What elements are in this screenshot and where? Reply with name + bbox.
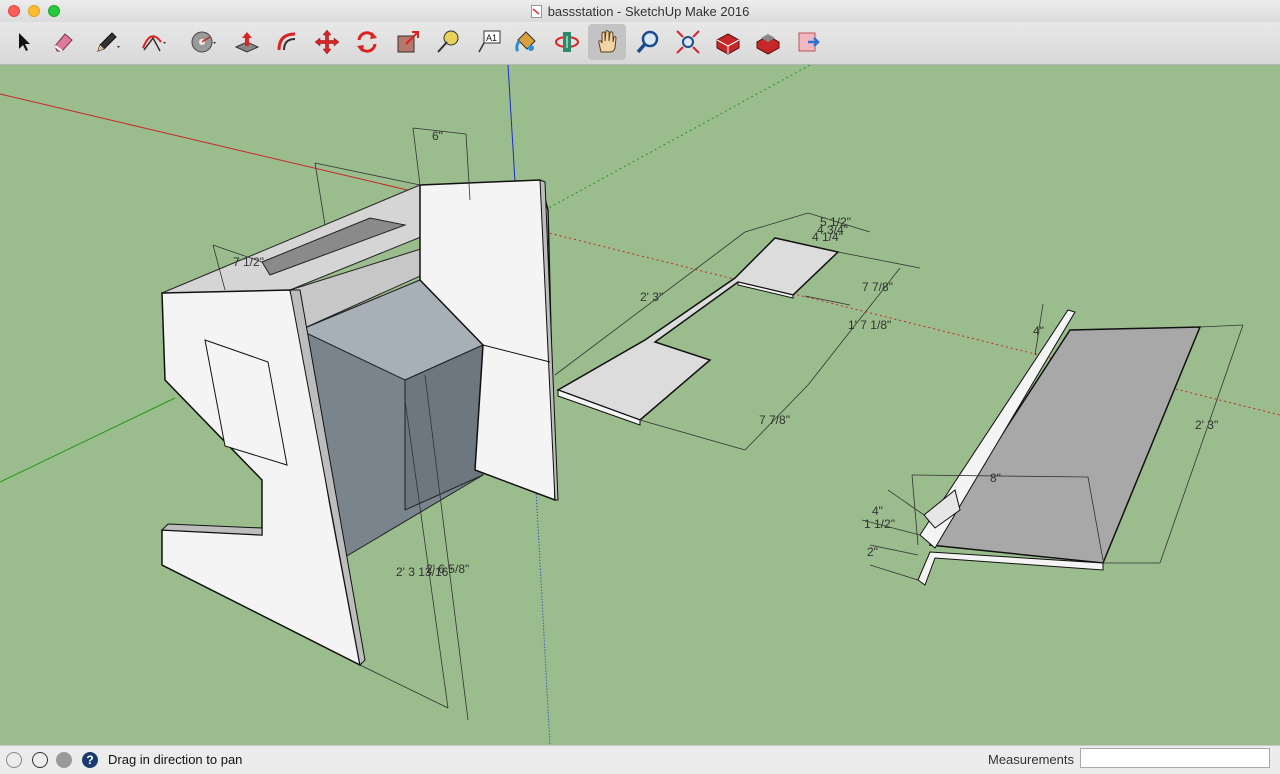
- scale-icon: [397, 31, 419, 53]
- offset-tool-button[interactable]: [268, 24, 306, 60]
- orbit-icon: [555, 32, 579, 52]
- hand-icon: [598, 30, 617, 53]
- share-model-icon: [798, 32, 820, 52]
- pencil-icon: [97, 32, 120, 52]
- tape-measure-tool-button[interactable]: [429, 24, 467, 60]
- rotate-icon: [357, 31, 377, 53]
- share-model-tool-button[interactable]: [789, 24, 827, 60]
- text-label-icon: A1: [478, 30, 501, 53]
- document-icon: [530, 4, 542, 18]
- warehouse-tool-button[interactable]: [709, 24, 747, 60]
- help-icon[interactable]: ?: [82, 752, 98, 768]
- status-bar: ? Drag in direction to pan Measurements: [0, 745, 1280, 774]
- zoom-extents-tool-button[interactable]: [669, 24, 707, 60]
- close-window-button[interactable]: [8, 5, 20, 17]
- magnifier-icon: [636, 30, 659, 54]
- red-axis: [0, 93, 421, 194]
- circle-shape-icon: [191, 31, 216, 53]
- 3d-warehouse-icon: [716, 33, 740, 55]
- dimension-label: 1' 7 1/8": [848, 318, 891, 332]
- offset-icon: [277, 32, 296, 51]
- measurements-input[interactable]: [1080, 748, 1270, 768]
- model-canvas[interactable]: 6" 7 1/2" 5 1/2" 4 3/4" 4 1/4" 2' 3" 7 7…: [0, 65, 1280, 745]
- minimize-window-button[interactable]: [28, 5, 40, 17]
- title-bar: bassstation - SketchUp Make 2016: [0, 0, 1280, 22]
- credits-icon[interactable]: [32, 752, 48, 768]
- dimension-label: 2' 3": [640, 290, 663, 304]
- extension-warehouse-icon: [756, 34, 780, 55]
- shapes-tool-button[interactable]: [184, 24, 222, 60]
- push-pull-icon: [234, 32, 260, 53]
- arrow-cursor-icon: [19, 33, 30, 51]
- console-body[interactable]: [160, 179, 559, 667]
- right-shelf[interactable]: [917, 309, 1202, 586]
- maximize-window-button[interactable]: [48, 5, 60, 17]
- rotate-tool-button[interactable]: [348, 24, 386, 60]
- dimension-label: 6": [432, 129, 443, 143]
- eraser-tool-button[interactable]: [44, 24, 82, 60]
- scale-tool-button[interactable]: [389, 24, 427, 60]
- push-pull-tool-button[interactable]: [228, 24, 266, 60]
- green-axis-negative: [544, 65, 811, 211]
- dimension-label: 4": [1033, 324, 1044, 338]
- arc-tool-button[interactable]: [134, 24, 172, 60]
- measurements-label: Measurements: [988, 752, 1074, 767]
- dimension-label: 7 7/8": [862, 280, 893, 294]
- eraser-icon: [54, 33, 73, 52]
- zoom-extents-icon: [676, 30, 700, 54]
- geo-location-icon[interactable]: [6, 752, 22, 768]
- dimension-label: 1 1/2": [864, 517, 895, 531]
- dimension-label: 4": [872, 504, 883, 518]
- dimension-label: 2' 6 5/8": [426, 562, 469, 576]
- pan-tool-button[interactable]: [588, 24, 626, 60]
- extension-warehouse-tool-button[interactable]: [749, 24, 787, 60]
- text-tool-button[interactable]: A1: [470, 24, 508, 60]
- dimension-label: 2": [867, 545, 878, 559]
- move-arrows-icon: [314, 29, 340, 55]
- arc-icon: [142, 35, 166, 52]
- model-viewport[interactable]: 6" 7 1/2" 5 1/2" 4 3/4" 4 1/4" 2' 3" 7 7…: [0, 65, 1280, 745]
- green-axis: [0, 397, 176, 483]
- dimension-label: 2' 3": [1195, 418, 1218, 432]
- orbit-tool-button[interactable]: [548, 24, 586, 60]
- paint-bucket-tool-button[interactable]: [507, 24, 545, 60]
- dimension-label: 8": [990, 471, 1001, 485]
- main-toolbar: A1: [0, 22, 1280, 65]
- line-tool-button[interactable]: [88, 24, 126, 60]
- blue-axis: [507, 65, 516, 183]
- tape-measure-icon: [437, 30, 459, 53]
- window-title: bassstation - SketchUp Make 2016: [547, 3, 750, 19]
- text-tool-label: A1: [486, 33, 497, 43]
- user-account-icon[interactable]: [56, 752, 72, 768]
- paint-bucket-icon: [515, 31, 536, 53]
- zoom-tool-button[interactable]: [629, 24, 667, 60]
- dimension-label: 7 7/8": [759, 413, 790, 427]
- move-tool-button[interactable]: [308, 24, 346, 60]
- select-tool-button[interactable]: [5, 24, 43, 60]
- dimension-label: 4 1/4": [812, 230, 843, 244]
- dimension-label: 7 1/2": [233, 255, 264, 269]
- status-hint: Drag in direction to pan: [108, 752, 243, 767]
